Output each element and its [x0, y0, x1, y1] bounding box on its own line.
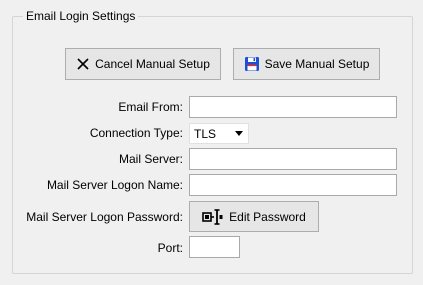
- connection-type-value: TLS: [194, 126, 217, 141]
- edit-password-button[interactable]: Edit Password: [189, 201, 319, 232]
- cancel-button-label: Cancel Manual Setup: [95, 57, 210, 71]
- logon-name-input[interactable]: [189, 174, 397, 196]
- save-manual-setup-button[interactable]: Save Manual Setup: [233, 48, 380, 80]
- chevron-down-icon: [235, 131, 243, 136]
- password-field-icon: [202, 208, 224, 226]
- port-label: Port:: [157, 241, 183, 255]
- floppy-disk-icon: [244, 56, 260, 72]
- logon-name-label: Mail Server Logon Name:: [46, 178, 183, 192]
- edit-password-label: Edit Password: [229, 209, 306, 224]
- close-icon: [76, 57, 90, 71]
- connection-type-select[interactable]: TLS: [189, 123, 249, 144]
- email-from-label: Email From:: [118, 100, 183, 114]
- mail-server-label: Mail Server:: [118, 152, 183, 166]
- group-title: Email Login Settings: [23, 9, 139, 24]
- mail-server-input[interactable]: [189, 148, 397, 170]
- email-from-input[interactable]: [189, 96, 397, 118]
- port-input[interactable]: [189, 236, 240, 258]
- connection-type-label: Connection Type:: [89, 126, 183, 140]
- logon-password-label: Mail Server Logon Password:: [26, 210, 183, 224]
- save-button-label: Save Manual Setup: [264, 57, 370, 71]
- cancel-manual-setup-button[interactable]: Cancel Manual Setup: [65, 48, 221, 80]
